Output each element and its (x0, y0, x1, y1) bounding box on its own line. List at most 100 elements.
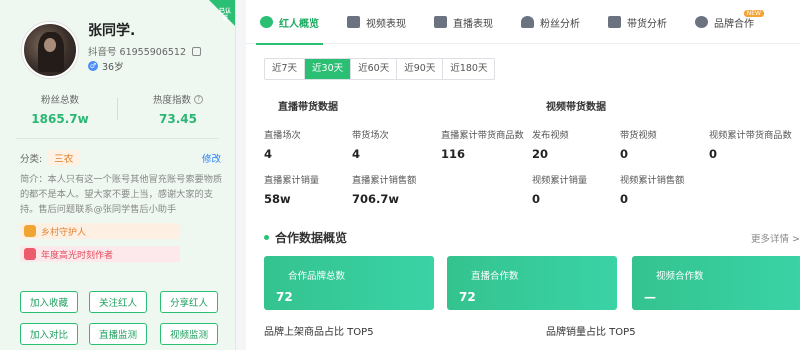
male-icon: ♂ (88, 61, 98, 71)
hot-value: 73.45 (159, 112, 197, 126)
metric-label: 直播累计销售额 (352, 175, 417, 186)
tab-goods[interactable]: 带货分析 (594, 0, 681, 44)
influencer-name: 张同学. (88, 23, 136, 39)
add-compare-button[interactable]: 加入对比 (20, 323, 78, 345)
card-live-coop: 直播合作数 72 (447, 256, 617, 310)
video-monitor-button[interactable]: 视频监测 (160, 323, 218, 345)
douyin-id-text: 抖音号 61955906512 (88, 47, 187, 58)
metric-value: 116 (441, 147, 466, 161)
add-favorite-button[interactable]: 加入收藏 (20, 291, 78, 313)
goods-icon (608, 16, 621, 28)
card-value: 72 (459, 290, 476, 304)
edit-category-link[interactable]: 修改 (202, 151, 221, 165)
tab-brand[interactable]: 品牌合作 NEW (681, 0, 768, 44)
metric-video-total-goods: 视频累计带货商品数 0 (709, 127, 792, 161)
metric-value: 0 (532, 192, 541, 206)
metric-value: 4 (352, 147, 361, 161)
badge-label: 乡村守护人 (41, 227, 87, 238)
tab-video[interactable]: 视频表现 (333, 0, 420, 44)
stat-divider (117, 98, 118, 120)
metric-goods-sessions: 带货场次 4 (352, 127, 389, 161)
tab-bar: 红人概览 视频表现 直播表现 粉丝分析 带货分析 品牌合作 NEW (246, 0, 800, 45)
medal-icon (24, 225, 36, 237)
badge-label: 年度高光时刻作者 (41, 250, 114, 261)
age-row: ♂ 36岁 (88, 59, 124, 73)
period-7d[interactable]: 近7天 (265, 59, 306, 79)
share-button[interactable]: 分享红人 (160, 291, 218, 313)
new-badge: NEW (743, 10, 764, 17)
follow-button[interactable]: 关注红人 (89, 291, 147, 313)
metric-value: 0 (709, 147, 718, 161)
fans-stat: 粉丝总数 1865.7w (10, 92, 110, 126)
metric-label: 发布视频 (532, 130, 569, 141)
fans-icon (521, 16, 534, 28)
metric-label: 直播累计销量 (264, 175, 320, 186)
metric-value: 706.7w (352, 192, 399, 206)
metric-value: 4 (264, 147, 273, 161)
metric-video-posts: 发布视频 20 (532, 127, 569, 161)
verified-corner-text: 已认证 (219, 8, 232, 22)
period-60d[interactable]: 近60天 (351, 59, 398, 79)
metric-label: 带货视频 (620, 130, 657, 141)
metric-live-sales-qty: 直播累计销量 58w (264, 172, 319, 206)
card-label: 直播合作数 (471, 271, 519, 282)
brand-sales-top5-title: 品牌销量占比 TOP5 (546, 327, 636, 338)
hot-label: 热度指数 (152, 95, 191, 106)
category-tag: 三农 (48, 150, 80, 166)
trophy-icon (24, 248, 36, 260)
divider (16, 138, 219, 139)
tab-label: 红人概览 (279, 18, 319, 30)
metric-value: 20 (532, 147, 549, 161)
bullet-dot (264, 235, 269, 240)
live-icon (434, 16, 447, 28)
tab-label: 粉丝分析 (540, 18, 580, 30)
metric-value: 0 (620, 192, 629, 206)
period-90d[interactable]: 近90天 (397, 59, 444, 79)
category-label: 分类: (20, 154, 43, 165)
video-icon (347, 16, 360, 28)
tab-fans[interactable]: 粉丝分析 (507, 0, 594, 44)
tab-label: 视频表现 (366, 18, 406, 30)
live-monitor-button[interactable]: 直播监测 (89, 323, 147, 345)
help-icon[interactable]: ? (194, 94, 203, 104)
metric-live-total-goods: 直播累计带货商品数 116 (441, 127, 524, 161)
metric-live-sessions: 直播场次 4 (264, 127, 301, 161)
badge-highlight-author: 年度高光时刻作者 (20, 246, 180, 262)
bio-text: 简介：本人只有这一个账号其他冒充账号索要物质的都不是本人。望大家不要上当，感谢大… (20, 174, 223, 215)
more-details-link[interactable]: 更多详情 > (751, 231, 800, 245)
period-180d[interactable]: 近180天 (443, 59, 494, 79)
profile-panel: 张同学. 抖音号 61955906512 ♂ 36岁 粉丝总数 1865.7w … (0, 0, 236, 350)
live-section-title: 直播带货数据 (278, 102, 338, 113)
metric-label: 直播累计带货商品数 (441, 130, 524, 141)
metric-value: 0 (620, 147, 629, 161)
metric-video-sales-amt: 视频累计销售额 0 (620, 172, 684, 206)
metric-video-sales-qty: 视频累计销量 0 (532, 172, 587, 206)
overview-title: 合作数据概览 (264, 229, 347, 246)
card-total-brands: 合作品牌总数 72 (264, 256, 434, 310)
copy-icon[interactable] (192, 46, 202, 56)
tab-label: 直播表现 (453, 18, 493, 30)
avatar[interactable] (22, 22, 78, 78)
card-value: 72 (276, 290, 293, 304)
tab-overview[interactable]: 红人概览 (246, 0, 333, 45)
overview-title-text: 合作数据概览 (275, 231, 348, 245)
hot-label-row: 热度指数 ? (128, 92, 228, 106)
metric-live-sales-amt: 直播累计销售额 706.7w (352, 172, 416, 206)
metric-label: 带货场次 (352, 130, 389, 141)
hot-stat: 热度指数 ? 73.45 (128, 92, 228, 126)
metric-label: 直播场次 (264, 130, 301, 141)
card-value: — (644, 290, 656, 304)
period-30d[interactable]: 近30天 (305, 59, 352, 79)
tab-live[interactable]: 直播表现 (420, 0, 507, 44)
fans-label: 粉丝总数 (40, 95, 79, 106)
card-label: 合作品牌总数 (288, 271, 346, 282)
badge-rural-guardian: 乡村守护人 (20, 223, 180, 239)
metric-label: 视频累计带货商品数 (709, 130, 792, 141)
metric-goods-videos: 带货视频 0 (620, 127, 657, 161)
card-label: 视频合作数 (656, 271, 704, 282)
age-text: 36岁 (102, 62, 124, 73)
metric-label: 视频累计销售额 (620, 175, 685, 186)
metric-label: 视频累计销量 (532, 175, 588, 186)
period-selector: 近7天 近30天 近60天 近90天 近180天 (264, 58, 496, 80)
metric-value: 58w (264, 192, 291, 206)
